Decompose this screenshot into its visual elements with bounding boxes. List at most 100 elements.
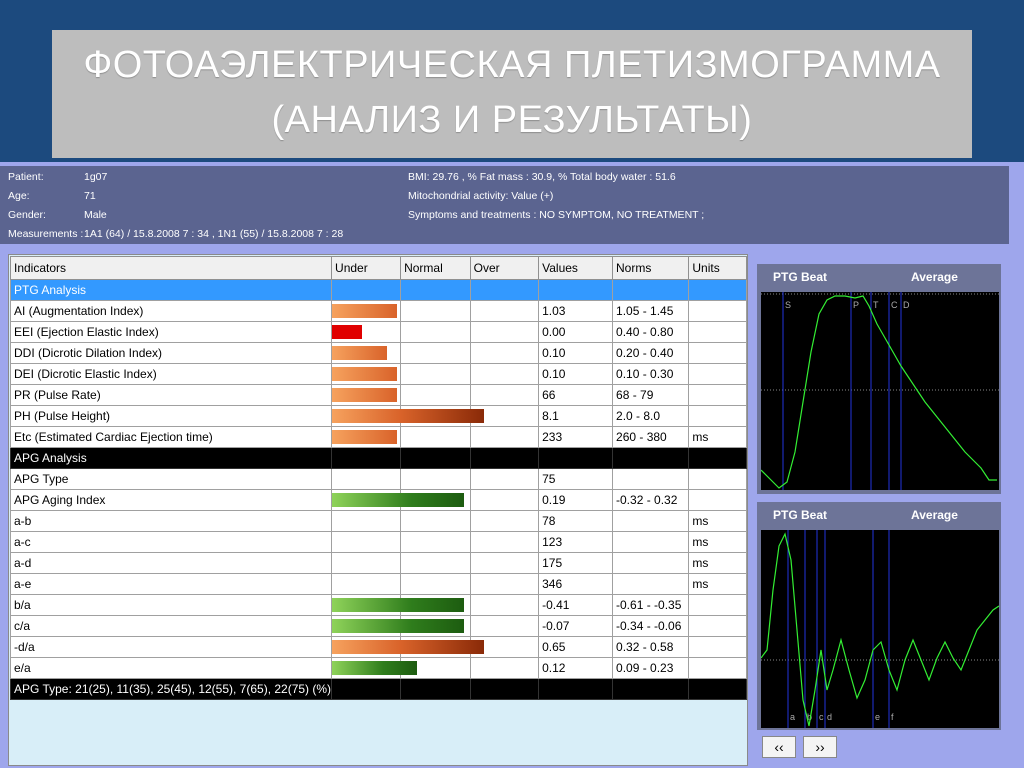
table-row[interactable]: APG Aging Index 0.19 -0.32 - 0.32 — [9, 489, 747, 511]
next-button[interactable]: ›› — [803, 736, 837, 758]
col-header-norms[interactable]: Norms — [612, 256, 690, 280]
over-cell — [469, 468, 540, 490]
gender-label: Gender: — [8, 209, 46, 221]
indicator-value: 66 — [538, 384, 614, 406]
col-header-values[interactable]: Values — [538, 256, 614, 280]
ptg-beat-title: PTG Beat — [773, 270, 828, 284]
table-row[interactable]: DEI (Dicrotic Elastic Index) 0.10 0.10 - 0… — [9, 363, 747, 385]
indicator-unit — [688, 468, 747, 490]
indicator-value: 1.03 — [538, 300, 614, 322]
apg-marker-label: c — [819, 712, 824, 722]
over-cell — [469, 363, 540, 385]
indicator-value: 75 — [538, 468, 614, 490]
over-cell — [469, 342, 540, 364]
indicator-norm: -0.32 - 0.32 — [612, 489, 690, 511]
indicator-value: 0.00 — [538, 321, 614, 343]
indicator-norm — [612, 468, 690, 490]
under-cell — [331, 300, 402, 322]
ptg-analysis-section-cell — [469, 279, 540, 301]
under-cell — [331, 384, 402, 406]
over-cell — [469, 384, 540, 406]
indicator-name: AI (Augmentation Index) — [9, 300, 333, 322]
indicator-unit: ms — [688, 552, 747, 574]
indicator-norm — [612, 510, 690, 532]
indicator-value: 346 — [538, 573, 614, 595]
indicator-unit — [688, 405, 747, 427]
indicators-table-panel: Indicators Under Normal Over Values Norm… — [8, 254, 748, 766]
indicator-value: 233 — [538, 426, 614, 448]
table-row[interactable]: EEI (Ejection Elastic Index) 0.00 0.40 - 0… — [9, 321, 747, 343]
table-row[interactable]: a-d 175 ms — [9, 552, 747, 574]
apg-beat-subtitle: Average — [911, 508, 958, 522]
normal-cell — [400, 468, 471, 490]
indicator-norm: 1.05 - 1.45 — [612, 300, 690, 322]
apg-type-footer-cell — [400, 678, 471, 700]
ptg-analysis-section: PTG Analysis — [9, 279, 747, 301]
normal-cell — [400, 573, 471, 595]
table-row[interactable]: PR (Pulse Rate) 66 68 - 79 — [9, 384, 747, 406]
under-cell — [331, 489, 465, 511]
apg-analysis-section-cell — [469, 447, 540, 469]
over-cell — [469, 573, 540, 595]
col-header-under[interactable]: Under — [331, 256, 402, 280]
col-header-over[interactable]: Over — [469, 256, 540, 280]
apg-waveform-line — [760, 532, 1000, 727]
level-bar — [332, 598, 465, 612]
table-row[interactable]: e/a 0.12 0.09 - 0.23 — [9, 657, 747, 679]
col-header-units[interactable]: Units — [688, 256, 747, 280]
ptg-waveform-line — [760, 295, 997, 489]
table-row[interactable]: PH (Pulse Height) 8.1 2.0 - 8.0 — [9, 405, 747, 427]
ptg-analysis-section-label: PTG Analysis — [9, 279, 333, 301]
age-label: Age: — [8, 190, 30, 202]
level-bar — [332, 325, 363, 339]
level-bar — [332, 388, 398, 402]
indicator-value: -0.41 — [538, 594, 614, 616]
age-value: 71 — [84, 190, 96, 202]
over-cell — [469, 300, 540, 322]
level-bar — [332, 346, 388, 360]
table-row[interactable]: APG Type 75 — [9, 468, 747, 490]
indicator-name: DDI (Dicrotic Dilation Index) — [9, 342, 333, 364]
indicator-norm: 0.40 - 0.80 — [612, 321, 690, 343]
apg-analysis-section-cell — [400, 447, 471, 469]
under-cell — [331, 468, 402, 490]
normal-cell — [400, 384, 471, 406]
ptg-beat-subtitle: Average — [911, 270, 958, 284]
level-bar — [332, 640, 485, 654]
under-cell — [331, 321, 402, 343]
table-row[interactable]: a-e 346 ms — [9, 573, 747, 595]
indicator-norm — [612, 531, 690, 553]
gender-value: Male — [84, 209, 107, 221]
ptg-marker-label: T — [873, 300, 879, 310]
ptg-marker-label: D — [903, 300, 910, 310]
indicator-name: c/a — [9, 615, 333, 637]
indicator-unit: ms — [688, 531, 747, 553]
col-header-indicators[interactable]: Indicators — [9, 256, 333, 280]
normal-cell — [400, 363, 471, 385]
patient-info-panel: Patient: 1g07 Age: 71 Gender: Male Measu… — [0, 166, 1009, 244]
indicator-unit: ms — [688, 510, 747, 532]
normal-cell — [400, 531, 471, 553]
indicator-name: APG Aging Index — [9, 489, 333, 511]
ptg-marker-label: P — [853, 300, 859, 310]
table-row[interactable]: a-b 78 ms — [9, 510, 747, 532]
level-bar — [332, 661, 418, 675]
apg-analysis-section-cell — [612, 447, 690, 469]
mitochondrial-line: Mitochondrial activity: Value (+) — [408, 190, 554, 202]
table-row[interactable]: c/a -0.07 -0.34 - -0.06 — [9, 615, 747, 637]
table-row[interactable]: AI (Augmentation Index) 1.03 1.05 - 1.45 — [9, 300, 747, 322]
table-row[interactable]: Etc (Estimated Cardiac Ejection time) 233… — [9, 426, 747, 448]
indicator-norm: -0.61 - -0.35 — [612, 594, 690, 616]
table-row[interactable]: b/a -0.41 -0.61 - -0.35 — [9, 594, 747, 616]
normal-cell — [400, 321, 471, 343]
col-header-normal[interactable]: Normal — [400, 256, 471, 280]
table-row[interactable]: a-c 123 ms — [9, 531, 747, 553]
under-cell — [331, 426, 402, 448]
apg-beat-plot: abcdef — [760, 530, 1000, 728]
table-row[interactable]: DDI (Dicrotic Dilation Index) 0.10 0.20 - … — [9, 342, 747, 364]
prev-button[interactable]: ‹‹ — [762, 736, 796, 758]
apg-marker-label: e — [875, 712, 880, 722]
apg-waveform-chart: abcdef — [760, 530, 1000, 728]
level-bar — [332, 430, 398, 444]
table-row[interactable]: -d/a 0.65 0.32 - 0.58 — [9, 636, 747, 658]
